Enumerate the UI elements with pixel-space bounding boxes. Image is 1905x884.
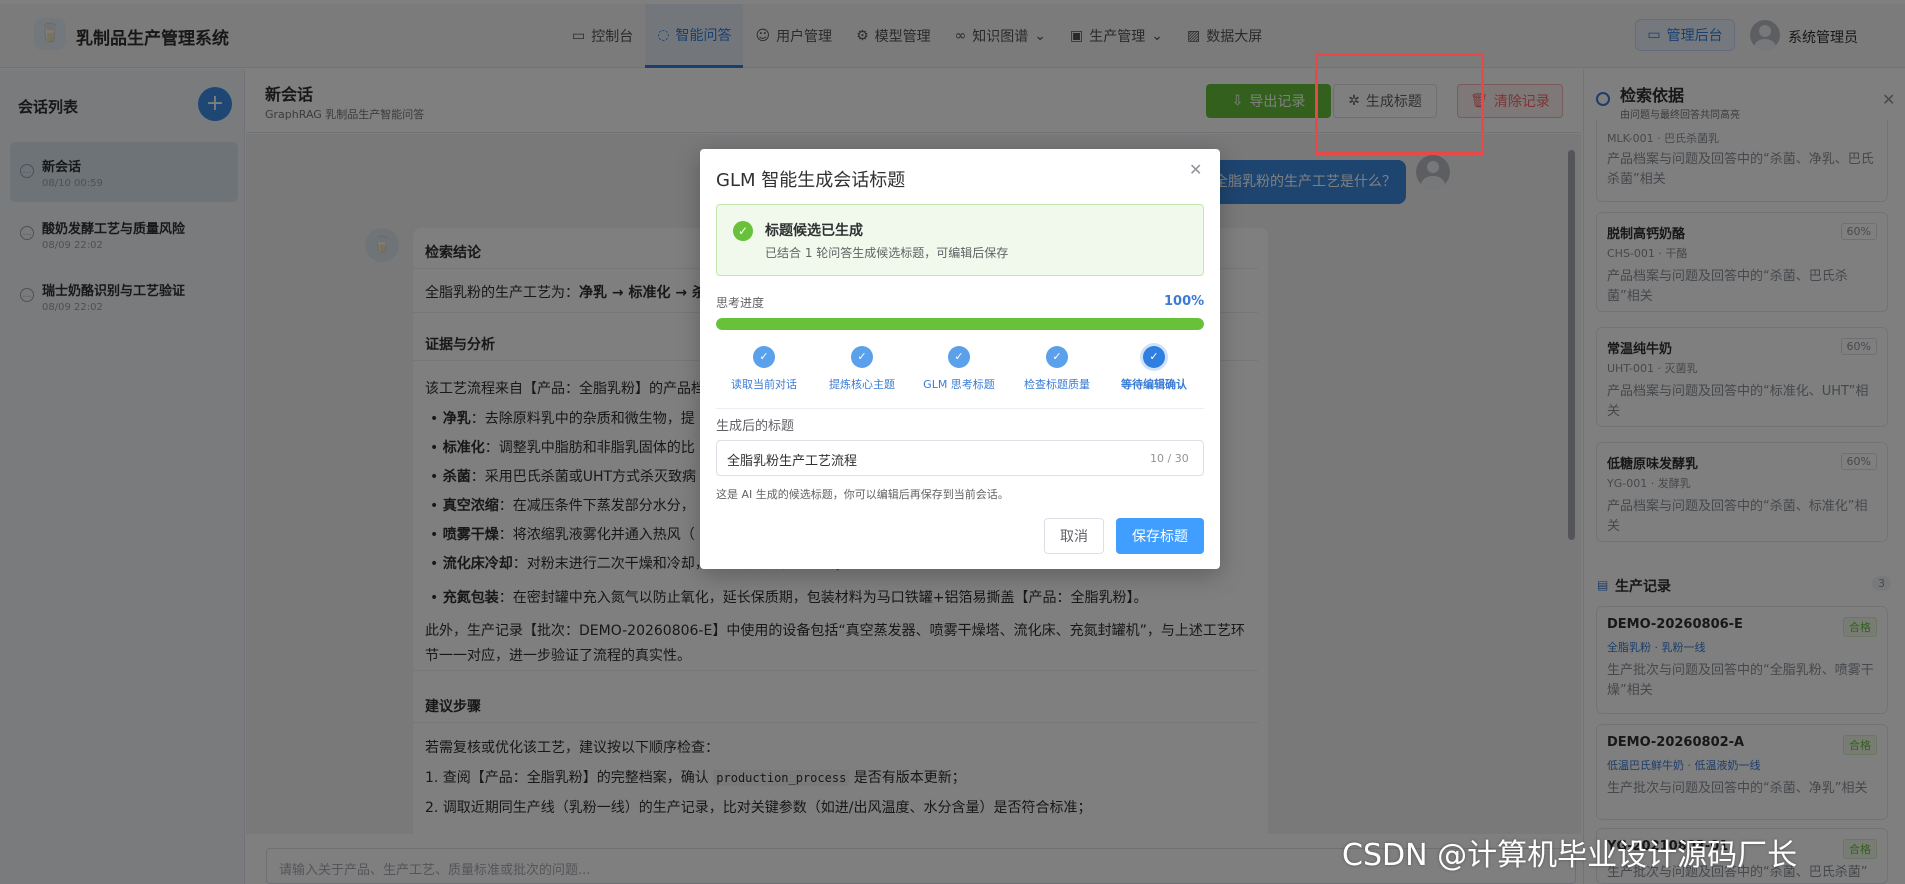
divider — [716, 408, 1204, 409]
check-icon: ✓ — [1143, 346, 1165, 368]
title-field-label: 生成后的标题 — [716, 419, 795, 434]
save-title-button[interactable]: 保存标题 — [1116, 518, 1204, 554]
dialog-title: GLM 智能生成会话标题 — [716, 170, 906, 191]
progress-step: ✓ 等待编辑确认 — [1094, 346, 1214, 392]
dialog-hint: 这是 AI 生成的候选标题，你可以编辑后再保存到当前会话。 — [716, 488, 1009, 501]
char-count: 10 / 30 — [1150, 452, 1189, 465]
success-subtitle: 已结合 1 轮问答生成候选标题，可编辑后保存 — [765, 246, 1009, 260]
success-alert — [716, 204, 1204, 276]
check-icon: ✓ — [753, 346, 775, 368]
success-title: 标题候选已生成 — [765, 223, 863, 239]
progress-fill — [716, 318, 1204, 330]
progress-label: 思考进度 — [716, 296, 765, 310]
close-icon[interactable]: ✕ — [1189, 160, 1202, 179]
watermark: CSDN @计算机毕业设计源码厂长 — [1342, 838, 1798, 873]
highlight-box — [1315, 53, 1484, 155]
progress-value: 100% — [1164, 294, 1205, 309]
check-icon: ✓ — [948, 346, 970, 368]
check-icon: ✓ — [851, 346, 873, 368]
progress-bar — [716, 318, 1204, 330]
check-circle-icon: ✓ — [733, 221, 753, 241]
cancel-button[interactable]: 取消 — [1044, 518, 1104, 554]
step-label: 等待编辑确认 — [1121, 378, 1187, 391]
title-input[interactable]: 全脂乳粉生产工艺流程 — [716, 440, 1204, 476]
check-icon: ✓ — [1046, 346, 1068, 368]
